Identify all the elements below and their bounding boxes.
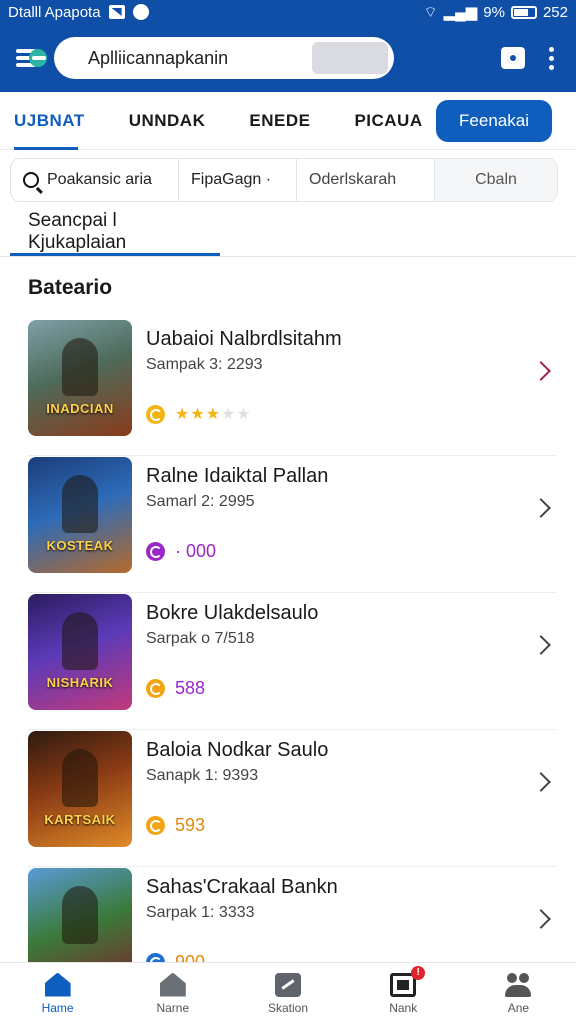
item-title: Baloia Nodkar Saulo (146, 739, 329, 761)
nank-icon: ! (390, 965, 426, 997)
chevron-right-icon[interactable] (531, 635, 551, 655)
signal-icon: ▂▄▆ (443, 4, 478, 21)
list-item[interactable]: KARTSAIK Baloia Nodkar Saulo Sanapk 1: 939… (28, 731, 556, 867)
item-rating: ★★★★★ (146, 404, 252, 424)
list-item[interactable]: KOSTEAK Ralne Idaiktal Pallan Samarl 2: 29… (28, 457, 556, 593)
game-thumbnail[interactable]: KOSTEAK (28, 457, 132, 573)
coin-icon (146, 404, 165, 424)
item-subtitle: Samarl 2: 2995 (146, 493, 255, 510)
thumbnail-label: KOSTEAK (46, 538, 114, 553)
item-rating: 593 (146, 815, 205, 836)
star-icon: ★ (221, 406, 237, 423)
star-icon: ★ (236, 406, 252, 423)
app-logo-icon[interactable] (12, 38, 52, 78)
status-time: 252 (542, 3, 568, 21)
tab-0[interactable]: UJBNAT (14, 92, 85, 150)
app-bar: Aplliicannapkanin (0, 24, 576, 92)
character-figure (62, 886, 98, 944)
search-icon (23, 172, 39, 188)
home-icon (44, 972, 71, 997)
nav-station[interactable]: Skation (230, 963, 345, 1024)
item-subtitle: Sarpak 1: 3333 (146, 904, 255, 921)
wifi-icon: ⌔ (423, 3, 438, 21)
status-bar: Dtalll Apapota ⌔ ▂▄▆ 9% 252 (0, 0, 576, 24)
filter-apply-button[interactable]: Cbaln (435, 159, 557, 201)
section-title: Bateario (28, 276, 113, 299)
star-icon: ★ (190, 406, 206, 423)
character-figure (62, 338, 98, 396)
app-search-text: Aplliicannapkanin (88, 47, 229, 68)
star-icon: ★ (175, 406, 191, 423)
more-options-icon[interactable] (549, 46, 554, 70)
item-rating: 588 (146, 678, 205, 699)
thumbnail-label: KARTSAIK (44, 812, 116, 827)
search-suggestion-chip[interactable] (312, 42, 388, 74)
sync-icon (132, 4, 149, 20)
camera-icon[interactable] (501, 47, 525, 69)
chevron-right-icon[interactable] (531, 498, 551, 518)
nav-ane[interactable]: Ane (461, 963, 576, 1024)
item-title: Bokre Ulakdelsaulo (146, 602, 319, 624)
character-figure (62, 749, 98, 807)
chevron-right-icon[interactable] (531, 361, 551, 381)
filter-search-label: Poakansic aria (47, 171, 152, 188)
item-title: Sahas'Crakaal Bankn (146, 876, 338, 898)
item-title: Ralne Idaiktal Pallan (146, 465, 329, 487)
coin-icon (146, 679, 165, 698)
item-rating: · 000 (146, 541, 216, 562)
filter-bar: Poakansic aria FipaGagn · Oderlskarah Cb… (10, 158, 558, 202)
sub-tab[interactable]: Seancpai l Kjukaplaian (10, 208, 220, 256)
app-search-field[interactable]: Aplliicannapkanin (54, 37, 394, 79)
item-subtitle: Sarpak o 7/518 (146, 630, 255, 647)
coin-icon (146, 816, 165, 835)
item-value: · 000 (175, 541, 217, 561)
tab-2[interactable]: ENEDE (249, 92, 310, 150)
star-icon: ★ (205, 406, 222, 423)
bottom-navigation: Hame Narne Skation ! Nank Ane (0, 962, 576, 1024)
filter-dropdown[interactable]: FipaGagn · (179, 159, 297, 201)
nav-station-label: Skation (267, 1000, 309, 1015)
top-tabs: UJBNAT UNNDAK ENEDE PICAUA Feenakai (0, 92, 576, 150)
feature-button[interactable]: Feenakai (436, 100, 552, 142)
character-figure (62, 612, 98, 670)
filter-search[interactable]: Poakansic aria (11, 159, 179, 201)
item-title: Uabaioi Nalbrdlsitahm (146, 328, 342, 350)
chevron-right-icon[interactable] (531, 772, 551, 792)
divider (0, 256, 576, 257)
nav-name[interactable]: Narne (115, 963, 230, 1024)
item-subtitle: Sampak 3: 2293 (146, 356, 263, 373)
coin-icon (146, 542, 165, 561)
nav-home-label: Hame (41, 1000, 74, 1015)
status-carrier-text: Dtalll Apapota (8, 3, 101, 21)
game-thumbnail[interactable]: KARTSAIK (28, 731, 132, 847)
nav-ane-label: Ane (507, 1000, 530, 1015)
nav-nank[interactable]: ! Nank (346, 963, 461, 1024)
character-figure (62, 475, 98, 533)
house-icon (159, 972, 186, 997)
results-section: Bateario INADCIAN Uabaioi Nalbrdlsitahm Sa… (0, 262, 576, 1004)
filter-option[interactable]: Oderlskarah (297, 159, 435, 201)
battery-percent: 9% (483, 3, 505, 21)
item-value: 593 (175, 815, 206, 835)
item-value: 588 (175, 678, 206, 698)
notification-icon (108, 5, 125, 19)
item-subtitle: Sanapk 1: 9393 (146, 767, 259, 784)
rating-stars: ★★★★★ (175, 404, 252, 424)
thumbnail-label: INADCIAN (46, 401, 114, 416)
nav-nank-label: Nank (389, 1000, 418, 1015)
list-item[interactable]: NISHARIK Bokre Ulakdelsaulo Sarpak o 7/518… (28, 594, 556, 730)
chevron-right-icon[interactable] (531, 909, 551, 929)
nav-home[interactable]: Hame (0, 963, 115, 1024)
tab-1[interactable]: UNNDAK (129, 92, 206, 150)
tab-3[interactable]: PICAUA (354, 92, 422, 150)
station-icon (275, 972, 301, 997)
notification-badge: ! (411, 965, 426, 980)
battery-icon (510, 5, 537, 19)
list-item[interactable]: INADCIAN Uabaioi Nalbrdlsitahm Sampak 3: 2… (28, 320, 556, 456)
people-icon (505, 972, 532, 997)
game-thumbnail[interactable]: NISHARIK (28, 594, 132, 710)
game-thumbnail[interactable]: INADCIAN (28, 320, 132, 436)
nav-name-label: Narne (156, 1000, 190, 1015)
thumbnail-label: NISHARIK (46, 675, 114, 690)
